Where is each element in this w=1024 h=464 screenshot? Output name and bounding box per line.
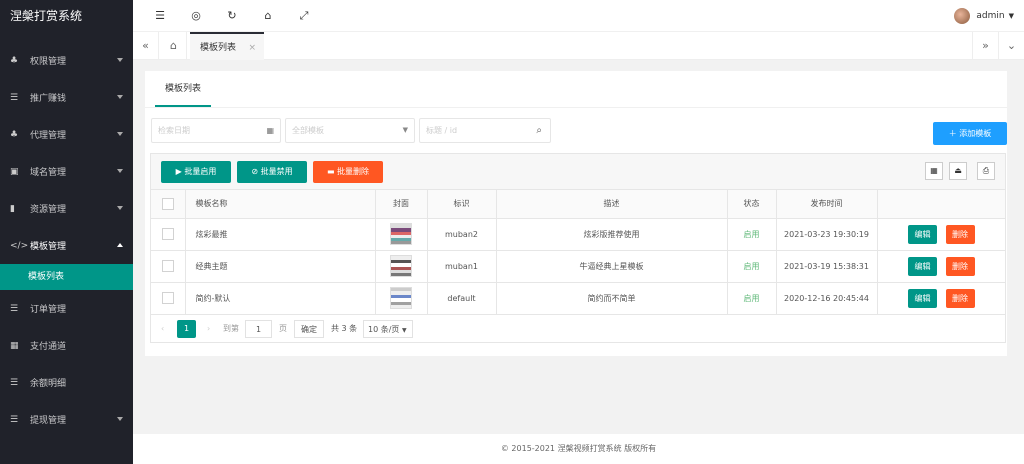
cover-thumbnail[interactable] <box>390 287 412 309</box>
add-template-button[interactable]: ＋ 添加模板 <box>933 122 1007 145</box>
trash-icon: ▬ <box>326 167 335 176</box>
ban-icon: ⊘ <box>251 167 259 176</box>
row-checkbox[interactable] <box>161 292 174 304</box>
menu-item-resource[interactable]: ▮ 资源管理 <box>0 190 133 227</box>
user-group-icon: ♣ <box>10 55 19 66</box>
menu-item-permissions[interactable]: ♣ 权限管理 <box>0 42 133 79</box>
chevron-down-icon: ▼ <box>402 126 408 134</box>
delete-button[interactable]: 删除 <box>945 256 975 276</box>
chevron-down-icon <box>117 206 123 210</box>
chevron-up-icon <box>117 243 123 247</box>
select-all-checkbox[interactable] <box>161 197 174 210</box>
delete-button[interactable]: 删除 <box>945 224 975 244</box>
username: admin <box>976 11 1005 21</box>
row-checkbox[interactable] <box>161 228 174 240</box>
table-row: 简约-默认 default 简约而不简单 启用 2020-12-16 20:45… <box>151 282 1005 315</box>
calendar-icon: ▦ <box>266 126 274 135</box>
date-input[interactable]: 检索日期 ▦ <box>151 118 281 143</box>
footer: © 2015-2021 涅槃视频打赏系统 版权所有 <box>133 434 1024 464</box>
top-header: ☰ ◎ ↻ ⌂ ⤢ admin ▼ <box>133 0 1024 32</box>
book-icon: ▮ <box>10 203 15 214</box>
close-icon[interactable]: × <box>248 34 256 62</box>
menu-item-withdraw[interactable]: ☰ 提现管理 <box>0 401 133 438</box>
menu-item-agent[interactable]: ♣ 代理管理 <box>0 116 133 153</box>
table-header-row: 模板名称 封面 标识 描述 状态 发布时间 <box>151 190 1005 219</box>
list-icon: ☰ <box>10 92 19 103</box>
goto-page-input[interactable]: 1 <box>245 319 272 338</box>
menu-item-balance[interactable]: ☰ 余额明细 <box>0 364 133 401</box>
trash-icon[interactable]: ⌂ <box>261 9 275 22</box>
menu-item-payment[interactable]: ▦ 支付通道 <box>0 327 133 364</box>
data-table: 模板名称 封面 标识 描述 状态 发布时间 炫彩最推 muban2 炫彩版推荐使… <box>151 190 1005 315</box>
card-title: 模板列表 <box>155 71 212 107</box>
list-icon: ☰ <box>10 303 19 314</box>
page-1-button[interactable]: 1 <box>177 319 196 338</box>
print-icon[interactable]: ⎙ <box>977 162 995 180</box>
calendar-icon: ▣ <box>10 166 19 177</box>
fullscreen-icon[interactable]: ⤢ <box>297 9 311 23</box>
chevron-down-icon <box>117 417 123 421</box>
menu-item-promotion[interactable]: ☰ 推广赚钱 <box>0 79 133 116</box>
edit-button[interactable]: 编辑 <box>907 224 937 244</box>
batch-disable-button[interactable]: ⊘ 批量禁用 <box>237 161 307 183</box>
avatar <box>954 8 971 24</box>
globe-icon[interactable]: ◎ <box>189 9 203 22</box>
sidebar: 涅槃打赏系统 ♣ 权限管理 ☰ 推广赚钱 ♣ 代理管理 ▣ 域名管理 ▮ 资源管理 </>… <box>0 0 133 464</box>
delete-button[interactable]: 删除 <box>945 288 975 308</box>
app-logo: 涅槃打赏系统 <box>10 9 83 23</box>
chevron-down-icon <box>117 169 123 173</box>
prev-page-icon[interactable]: ‹ <box>161 320 164 338</box>
cover-thumbnail[interactable] <box>390 223 412 245</box>
user-menu[interactable]: admin ▼ <box>954 8 1014 24</box>
chevron-down-icon <box>117 58 123 62</box>
tabs-menu-icon[interactable]: ⌄ <box>998 32 1024 60</box>
submenu-template-list[interactable]: 模板列表 <box>0 264 133 290</box>
tab-template-list[interactable]: 模板列表 × <box>190 32 265 62</box>
tab-bar: « ⌂ 模板列表 × » ⌄ <box>133 32 1024 60</box>
row-checkbox[interactable] <box>161 260 174 272</box>
table-row: 经典主题 muban1 牛逼经典上星模板 启用 2021-03-19 15:38… <box>151 250 1005 283</box>
tabs-left-icon[interactable]: « <box>133 32 159 60</box>
menu-item-template[interactable]: </> 模板管理 <box>0 227 133 264</box>
menu-item-orders[interactable]: ☰ 订单管理 <box>0 290 133 327</box>
pagination: ‹ 1 › 到第 1 页 确定 共 3 条 10 条/页 ▼ <box>151 315 1005 343</box>
chevron-down-icon <box>117 95 123 99</box>
table-row: 炫彩最推 muban2 炫彩版推荐使用 启用 2021-03-23 19:30:… <box>151 218 1005 251</box>
export-icon[interactable]: ⏏ <box>949 162 967 180</box>
play-icon: ▶ <box>175 167 182 176</box>
edit-button[interactable]: 编辑 <box>907 288 937 308</box>
batch-delete-button[interactable]: ▬ 批量删除 <box>313 161 383 183</box>
list-icon: ☰ <box>10 377 19 388</box>
table-toolbar: ▶ 批量启用 ⊘ 批量禁用 ▬ 批量删除 ▦ ⏏ ⎙ <box>151 154 1005 190</box>
menu-item-domain[interactable]: ▣ 域名管理 <box>0 153 133 190</box>
home-icon[interactable]: ⌂ <box>161 32 187 60</box>
plus-icon: ＋ <box>948 129 957 138</box>
chevron-down-icon <box>117 132 123 136</box>
next-page-icon[interactable]: › <box>207 320 210 338</box>
main-card: 模板列表 检索日期 ▦ 全部模板 ▼ 标题 / id ⌕ ＋ 添加模板 ▶ 批量启用 … <box>145 71 1007 356</box>
template-select[interactable]: 全部模板 ▼ <box>285 118 415 143</box>
caret-down-icon: ▼ <box>1008 12 1014 20</box>
page-size-select[interactable]: 10 条/页 ▼ <box>363 319 413 338</box>
cover-thumbnail[interactable] <box>390 255 412 277</box>
edit-button[interactable]: 编辑 <box>907 256 937 276</box>
sitemap-icon: ♣ <box>10 129 19 140</box>
template-table: ▶ 批量启用 ⊘ 批量禁用 ▬ 批量删除 ▦ ⏏ ⎙ 模板名称 封面 标识 描述… <box>150 153 1006 343</box>
tabs-right-icon[interactable]: » <box>972 32 998 60</box>
columns-icon[interactable]: ▦ <box>925 162 943 180</box>
search-input[interactable]: 标题 / id ⌕ <box>419 118 551 143</box>
sidebar-toggle-icon[interactable]: ☰ <box>153 9 167 22</box>
batch-enable-button[interactable]: ▶ 批量启用 <box>161 161 231 183</box>
code-icon: </> <box>10 240 29 251</box>
chevron-down-icon: ▼ <box>401 326 407 334</box>
goto-confirm-button[interactable]: 确定 <box>294 319 324 338</box>
refresh-icon[interactable]: ↻ <box>225 9 239 22</box>
list-icon: ☰ <box>10 414 19 425</box>
search-icon[interactable]: ⌕ <box>536 119 542 142</box>
qrcode-icon: ▦ <box>10 340 19 351</box>
